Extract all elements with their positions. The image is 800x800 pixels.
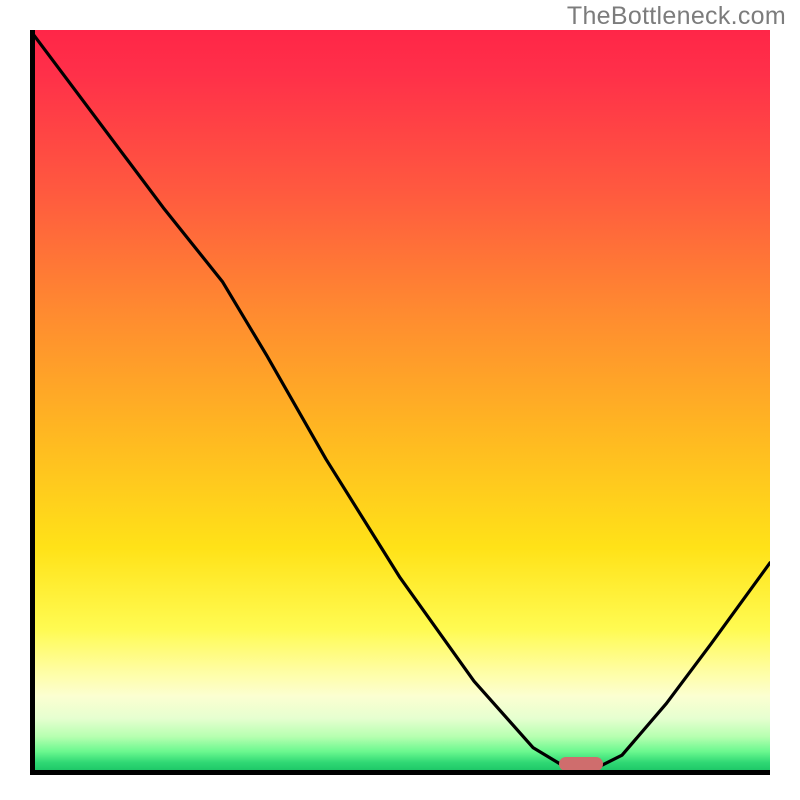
y-axis bbox=[30, 30, 35, 770]
x-axis bbox=[30, 770, 770, 775]
plot-area bbox=[30, 30, 770, 770]
bottleneck-curve-path bbox=[30, 30, 770, 770]
watermark-label: TheBottleneck.com bbox=[567, 2, 786, 31]
curve-svg bbox=[30, 30, 770, 770]
chart-container: TheBottleneck.com bbox=[0, 0, 800, 800]
